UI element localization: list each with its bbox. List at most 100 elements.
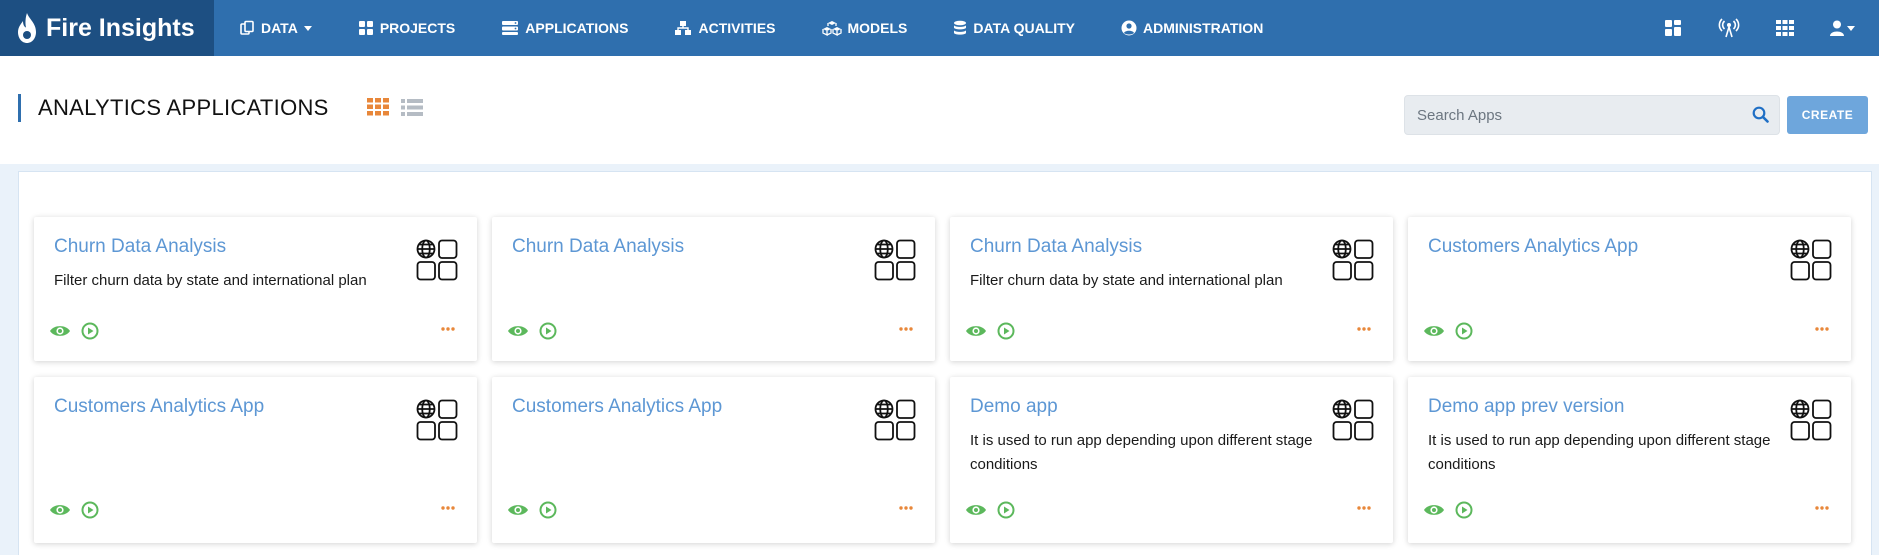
run-play-icon[interactable] (539, 322, 557, 340)
run-play-icon[interactable] (1455, 501, 1473, 519)
more-options-icon[interactable] (899, 327, 913, 331)
apps-grid-icon[interactable] (1776, 20, 1794, 36)
app-type-icon (1789, 398, 1833, 447)
app-type-icon (415, 238, 459, 287)
view-eye-icon[interactable] (965, 503, 987, 517)
app-type-icon (873, 398, 917, 447)
app-title[interactable]: Customers Analytics App (512, 396, 722, 418)
view-eye-icon[interactable] (965, 324, 987, 338)
app-title[interactable]: Churn Data Analysis (54, 236, 226, 258)
app-card[interactable]: Churn Data Analysis Filter churn data by… (950, 217, 1393, 361)
nav-administration-label: ADMINISTRATION (1143, 20, 1264, 36)
more-options-icon[interactable] (1357, 327, 1371, 331)
nav-activities-label: ACTIVITIES (698, 20, 776, 36)
run-play-icon[interactable] (81, 501, 99, 519)
card-actions (507, 501, 567, 519)
nav-models-label: MODELS (847, 20, 908, 36)
nav-applications-label: APPLICATIONS (525, 20, 629, 36)
more-options-icon[interactable] (1815, 327, 1829, 331)
app-card[interactable]: Customers Analytics App (34, 377, 477, 543)
app-description: It is used to run app depending upon dif… (970, 432, 1313, 473)
app-card[interactable]: Demo app prev version It is used to run … (1408, 377, 1851, 543)
flame-icon (18, 13, 36, 43)
more-options-icon[interactable] (441, 327, 455, 331)
user-icon (1830, 20, 1844, 36)
search-box (1404, 95, 1780, 135)
page-header: ANALYTICS APPLICATIONS CREATE (0, 56, 1879, 164)
data-icon (239, 20, 255, 36)
more-options-icon[interactable] (899, 506, 913, 510)
card-actions (965, 322, 1025, 340)
app-card[interactable]: Demo app It is used to run app depending… (950, 377, 1393, 543)
user-menu[interactable] (1830, 20, 1855, 36)
nav-right-icons (1664, 0, 1879, 56)
database-icon (953, 20, 967, 36)
apps-grid: Churn Data Analysis Filter churn data by… (18, 171, 1872, 555)
nav-data-quality[interactable]: DATA QUALITY (953, 20, 1075, 36)
app-card[interactable]: Customers Analytics App (492, 377, 935, 543)
app-type-icon (873, 238, 917, 287)
card-actions (1423, 322, 1483, 340)
app-type-icon (1789, 238, 1833, 287)
run-play-icon[interactable] (539, 501, 557, 519)
applications-icon (501, 20, 519, 36)
top-navbar: Fire Insights DATA PROJECTS APPLICATIONS… (0, 0, 1879, 56)
projects-icon (358, 20, 374, 36)
more-options-icon[interactable] (441, 506, 455, 510)
chevron-down-icon (1847, 25, 1855, 31)
user-circle-icon (1121, 20, 1137, 36)
more-options-icon[interactable] (1815, 506, 1829, 510)
dashboard-icon[interactable] (1664, 19, 1682, 37)
app-card[interactable]: Customers Analytics App (1408, 217, 1851, 361)
app-title[interactable]: Demo app prev version (1428, 396, 1624, 418)
app-type-icon (1331, 398, 1375, 447)
app-card[interactable]: Churn Data Analysis (492, 217, 935, 361)
nav-projects-label: PROJECTS (379, 20, 456, 36)
card-actions (965, 501, 1025, 519)
page-title: ANALYTICS APPLICATIONS (18, 94, 329, 122)
brand-logo[interactable]: Fire Insights (0, 0, 214, 56)
app-title[interactable]: Customers Analytics App (1428, 236, 1638, 258)
nav-data-quality-label: DATA QUALITY (973, 20, 1076, 36)
run-play-icon[interactable] (997, 501, 1015, 519)
run-play-icon[interactable] (81, 322, 99, 340)
list-view-icon[interactable] (401, 99, 423, 122)
search-input[interactable] (1405, 96, 1735, 134)
more-options-icon[interactable] (1357, 506, 1371, 510)
view-eye-icon[interactable] (1423, 503, 1445, 517)
grid-view-icon[interactable] (367, 98, 389, 121)
search-icon[interactable] (1752, 106, 1769, 128)
view-eye-icon[interactable] (49, 324, 71, 338)
app-description: Filter churn data by state and internati… (54, 272, 367, 289)
nav-models[interactable]: MODELS (821, 20, 908, 36)
activities-icon (674, 20, 692, 36)
view-eye-icon[interactable] (49, 503, 71, 517)
chevron-down-icon (303, 25, 312, 31)
nav-activities[interactable]: ACTIVITIES (674, 20, 776, 36)
brand-name: Fire Insights (46, 13, 195, 42)
app-card[interactable]: Churn Data Analysis Filter churn data by… (34, 217, 477, 361)
run-play-icon[interactable] (997, 322, 1015, 340)
app-title[interactable]: Churn Data Analysis (512, 236, 684, 258)
create-button[interactable]: CREATE (1787, 96, 1868, 134)
models-icon (821, 20, 842, 36)
broadcast-icon[interactable] (1718, 18, 1740, 38)
app-title[interactable]: Churn Data Analysis (970, 236, 1142, 258)
nav-administration[interactable]: ADMINISTRATION (1121, 20, 1263, 36)
card-actions (1423, 501, 1483, 519)
nav-data[interactable]: DATA (239, 20, 312, 36)
app-type-icon (1331, 238, 1375, 287)
main-nav: DATA PROJECTS APPLICATIONS ACTIVITIES MO… (239, 0, 1309, 56)
view-eye-icon[interactable] (1423, 324, 1445, 338)
nav-projects[interactable]: PROJECTS (358, 20, 455, 36)
app-description: Filter churn data by state and internati… (970, 272, 1283, 289)
app-type-icon (415, 398, 459, 447)
app-title[interactable]: Customers Analytics App (54, 396, 264, 418)
view-eye-icon[interactable] (507, 503, 529, 517)
card-actions (507, 322, 567, 340)
app-title[interactable]: Demo app (970, 396, 1058, 418)
run-play-icon[interactable] (1455, 322, 1473, 340)
view-eye-icon[interactable] (507, 324, 529, 338)
card-actions (49, 501, 109, 519)
nav-applications[interactable]: APPLICATIONS (501, 20, 628, 36)
